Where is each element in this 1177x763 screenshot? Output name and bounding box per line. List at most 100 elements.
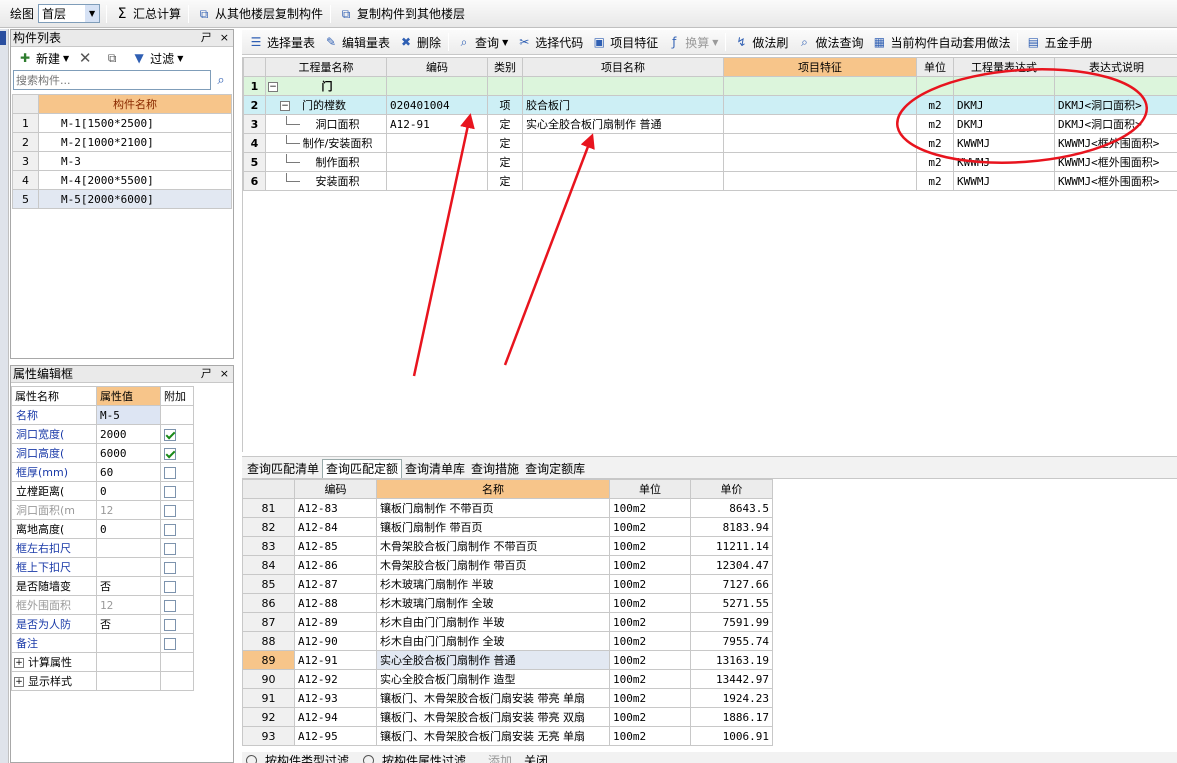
property-row[interactable]: 备注	[11, 633, 194, 653]
property-row[interactable]: 洞口宽度(2000	[11, 424, 194, 444]
copy-to-floor-button[interactable]: ⧉ 复制构件到其他楼层	[334, 3, 469, 25]
checkbox[interactable]	[164, 466, 176, 479]
checkbox[interactable]	[164, 618, 176, 631]
cell-code[interactable]	[386, 171, 488, 191]
property-row[interactable]: 框上下扣尺	[11, 557, 194, 577]
property-group-row[interactable]: + 计算属性	[11, 652, 194, 672]
component-row[interactable]: 4 M-4[2000*5500]	[12, 170, 232, 190]
property-value[interactable]	[96, 633, 161, 653]
toolbar-button[interactable]: ▣ 项目特征	[587, 31, 662, 53]
close-icon[interactable]: ×	[220, 30, 229, 46]
component-row[interactable]: 3 M-3	[12, 151, 232, 171]
column-header[interactable]: 工程量名称	[265, 57, 387, 77]
column-header[interactable]: 单位	[916, 57, 954, 77]
property-row[interactable]: 名称 M-5	[11, 405, 194, 425]
norm-row[interactable]: 84 A12-86 木骨架胶合板门扇制作 带百页 100m2 12304.47	[242, 555, 773, 575]
toolbar-button[interactable]: ✂ 选择代码	[512, 31, 587, 53]
toolbar-button[interactable]: ✖ 删除	[394, 31, 445, 53]
property-value[interactable]: 2000	[96, 424, 161, 444]
cell-feature[interactable]	[723, 95, 917, 115]
cell-name[interactable]: − 门的樘数	[265, 95, 387, 115]
property-value[interactable]	[96, 538, 161, 558]
property-group-row[interactable]: + 显示样式	[11, 671, 194, 691]
property-row[interactable]: 洞口高度(6000	[11, 443, 194, 463]
toolbar-button[interactable]: ✎ 编辑量表	[319, 31, 394, 53]
cell-name[interactable]: 制作/安装面积	[265, 133, 387, 153]
norm-row[interactable]: 86 A12-88 杉木玻璃门扇制作 全玻 100m2 5271.55	[242, 593, 773, 613]
quantity-row[interactable]: 2 − 门的樘数 020401004 项胶合板门 m2 DKMJ DKMJ<洞口面积>	[243, 95, 1177, 115]
cell-item[interactable]	[522, 152, 724, 172]
component-search-input[interactable]	[13, 70, 211, 90]
cell-cat[interactable]: 定	[487, 114, 523, 134]
cell-name[interactable]: 洞口面积	[265, 114, 387, 134]
cell-expr[interactable]: KWWMJ	[953, 171, 1055, 191]
cell-cat[interactable]	[487, 76, 523, 96]
cell-code[interactable]	[386, 152, 488, 172]
quantity-row[interactable]: 6 安装面积 定 m2 KWWMJ KWWMJ<框外围面积>	[243, 171, 1177, 191]
search-icon[interactable]: ⌕	[211, 70, 231, 90]
pin-icon[interactable]: ㄕ	[201, 30, 212, 46]
column-header[interactable]: 项目名称	[522, 57, 724, 77]
toolbar-button[interactable]: ⌕ 做法查询	[792, 31, 867, 53]
cell-desc[interactable]: KWWMJ<框外围面积>	[1054, 152, 1177, 172]
checkbox[interactable]	[164, 485, 176, 498]
filter-by-prop-radio[interactable]: 按构件属性过滤	[363, 752, 466, 763]
cell-unit[interactable]	[916, 76, 954, 96]
quantity-row[interactable]: 4 制作/安装面积 定 m2 KWWMJ KWWMJ<框外围面积>	[243, 133, 1177, 153]
property-row[interactable]: 框左右扣尺	[11, 538, 194, 558]
cell-cat[interactable]: 定	[487, 152, 523, 172]
component-row[interactable]: 1 M-1[1500*2500]	[12, 113, 232, 133]
cell-expr[interactable]: DKMJ	[953, 114, 1055, 134]
query-tab[interactable]: 查询措施	[468, 460, 522, 478]
cell-cat[interactable]: 定	[487, 171, 523, 191]
toolbar-button[interactable]: ☰ 选择量表	[244, 31, 319, 53]
property-value[interactable]: 否	[96, 614, 161, 634]
copy-component-button[interactable]: ⧉	[100, 47, 127, 69]
norm-column-header[interactable]: 编码	[294, 479, 377, 499]
toolbar-button[interactable]: ↯ 做法刷	[729, 31, 792, 53]
checkbox[interactable]	[164, 561, 176, 574]
collapse-icon[interactable]: −	[268, 82, 278, 92]
norm-row[interactable]: 88 A12-90 杉木自由门门扇制作 全玻 100m2 7955.74	[242, 631, 773, 651]
filter-button[interactable]: ▼ 过滤 ▼	[127, 47, 187, 69]
cell-desc[interactable]: KWWMJ<框外围面积>	[1054, 133, 1177, 153]
cell-unit[interactable]: m2	[916, 171, 954, 191]
quantity-row[interactable]: 5 制作面积 定 m2 KWWMJ KWWMJ<框外围面积>	[243, 152, 1177, 172]
column-header[interactable]: 工程量表达式	[953, 57, 1055, 77]
norm-row[interactable]: 82 A12-84 镶板门扇制作 带百页 100m2 8183.94	[242, 517, 773, 537]
cell-feature[interactable]	[723, 76, 917, 96]
property-row[interactable]: 立樘距离(0	[11, 481, 194, 501]
checkbox[interactable]	[164, 504, 176, 517]
toolbar-button[interactable]: ƒ 换算 ▼	[662, 31, 722, 53]
draw-button[interactable]: 绘图	[6, 3, 38, 25]
new-component-button[interactable]: ✚ 新建 ▼	[13, 47, 73, 69]
cell-feature[interactable]	[723, 152, 917, 172]
expand-icon[interactable]: +	[14, 677, 24, 687]
floor-select[interactable]: 首层 ▼	[38, 4, 101, 23]
query-tab[interactable]: 查询匹配定额	[322, 459, 403, 478]
property-value[interactable]	[96, 557, 161, 577]
cell-code[interactable]	[386, 76, 488, 96]
property-value[interactable]: 60	[96, 462, 161, 482]
norm-row[interactable]: 93 A12-95 镶板门、木骨架胶合板门扇安装 无亮 单扇 100m2 1006.91	[242, 726, 773, 746]
column-header[interactable]: 表达式说明	[1054, 57, 1177, 77]
cell-feature[interactable]	[723, 171, 917, 191]
toolbar-button[interactable]: ⌕ 查询 ▼	[452, 31, 512, 53]
query-tab[interactable]: 查询匹配清单	[244, 460, 322, 478]
delete-component-button[interactable]: ✕	[73, 47, 100, 69]
cell-code[interactable]: A12-91	[386, 114, 488, 134]
quantity-row[interactable]: 1− 门	[243, 76, 1177, 96]
toolbar-button[interactable]: ▦ 当前构件自动套用做法	[867, 31, 1014, 53]
property-value[interactable]: 6000	[96, 443, 161, 463]
norm-column-header[interactable]: 单位	[609, 479, 691, 499]
cell-unit[interactable]: m2	[916, 152, 954, 172]
checkbox[interactable]	[164, 637, 176, 650]
cell-expr[interactable]: KWWMJ	[953, 133, 1055, 153]
cell-item[interactable]: 实心全胶合板门扇制作 普通	[522, 114, 724, 134]
cell-item[interactable]	[522, 171, 724, 191]
property-row[interactable]: 离地高度(0	[11, 519, 194, 539]
property-row[interactable]: 是否随墙变否	[11, 576, 194, 596]
checkbox[interactable]	[164, 447, 176, 460]
cell-unit[interactable]: m2	[916, 114, 954, 134]
cell-desc[interactable]: DKMJ<洞口面积>	[1054, 114, 1177, 134]
